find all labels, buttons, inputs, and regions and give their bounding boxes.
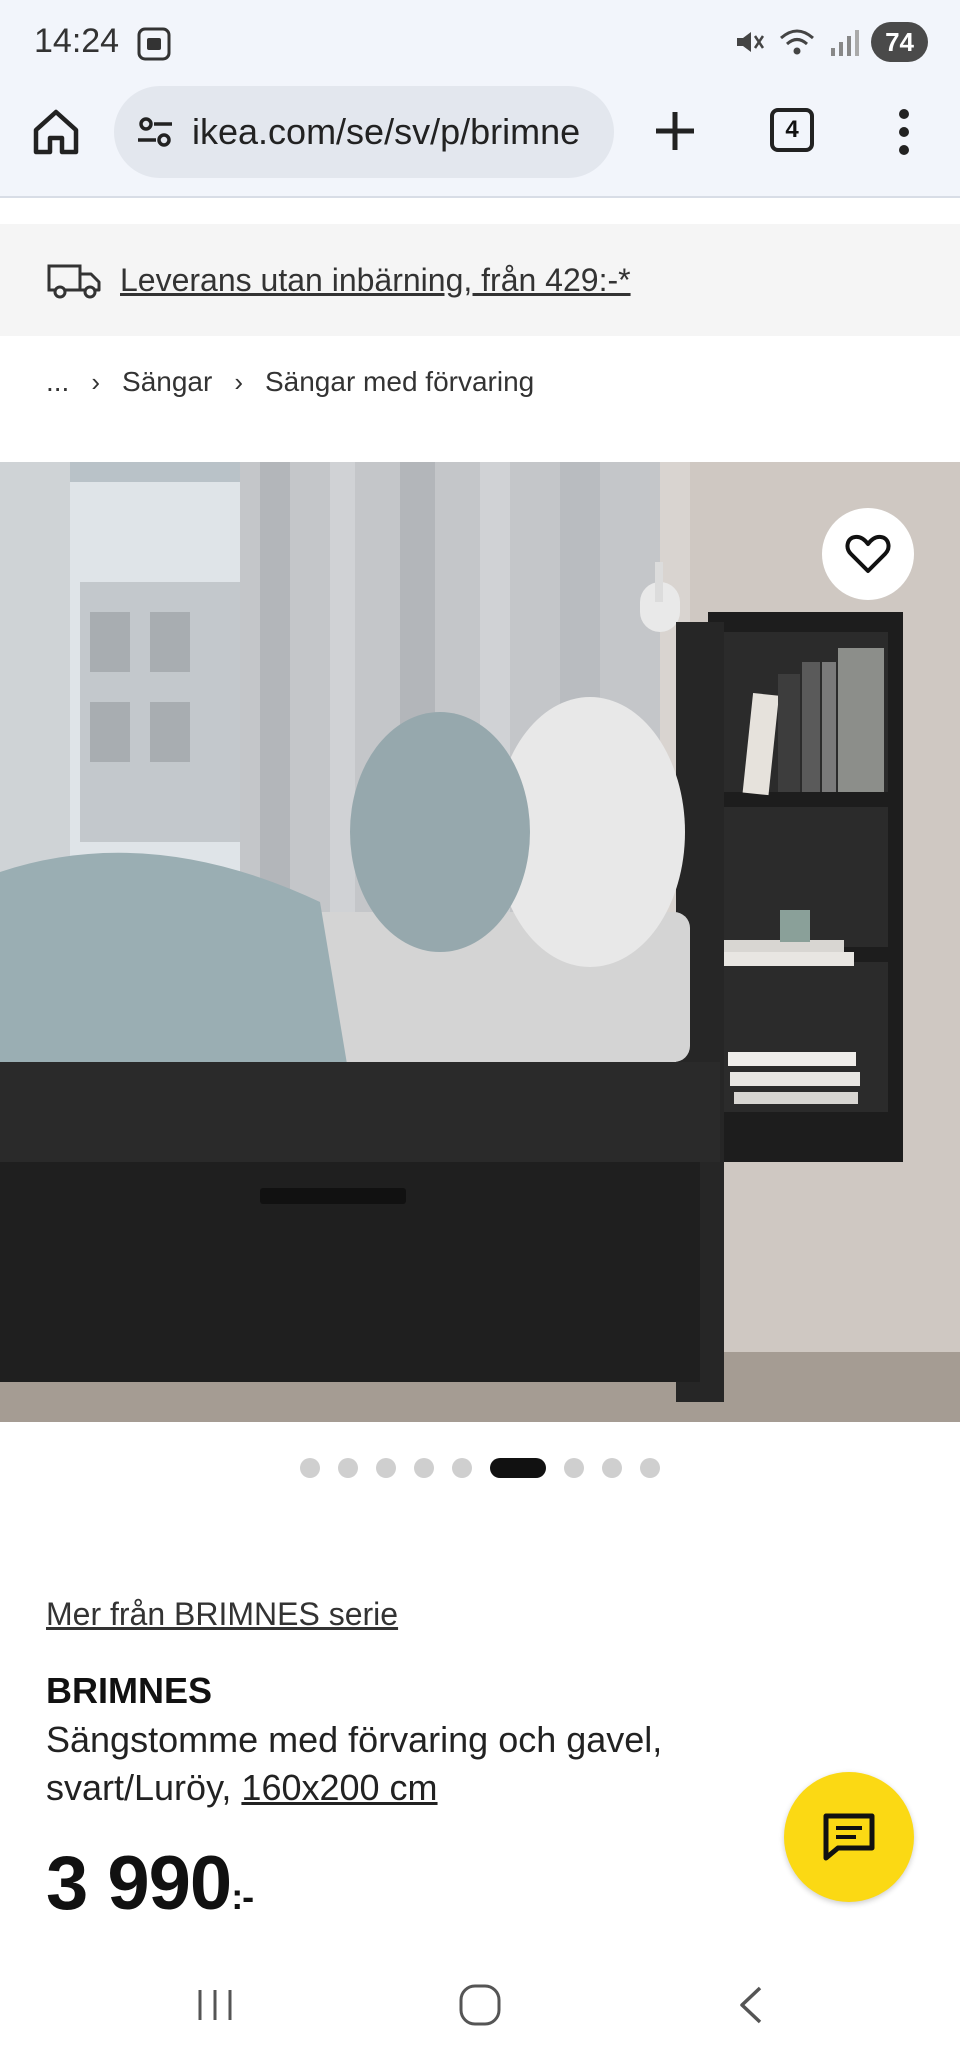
delivery-link[interactable]: Leverans utan inbärning, från 429:-* <box>120 262 631 299</box>
carousel-dot[interactable] <box>376 1458 396 1478</box>
carousel-dot[interactable] <box>300 1458 320 1478</box>
screenshot-icon <box>137 27 171 61</box>
carousel-dot[interactable] <box>452 1458 472 1478</box>
home-nav-icon[interactable] <box>455 1980 505 2030</box>
chevron-right-icon: › <box>91 366 101 397</box>
product-description: Sängstomme med förvaring och gavel, svar… <box>46 1716 766 1812</box>
chat-button[interactable] <box>784 1772 914 1902</box>
battery-indicator: 74 <box>871 22 928 62</box>
bed-photo <box>0 462 960 1422</box>
carousel-dot[interactable] <box>338 1458 358 1478</box>
carousel-dot[interactable] <box>564 1458 584 1478</box>
carousel-dot[interactable] <box>414 1458 434 1478</box>
recent-apps-icon[interactable] <box>190 1980 240 2030</box>
system-nav-bar <box>0 1950 960 2059</box>
breadcrumb: ... › Sängar › Sängar med förvaring <box>46 366 534 398</box>
product-image[interactable] <box>0 462 960 1422</box>
url-text: ikea.com/se/sv/p/brimne <box>192 111 581 152</box>
chat-icon <box>823 1813 875 1861</box>
product-name: BRIMNES <box>46 1670 213 1711</box>
size-link[interactable]: 160x200 cm <box>241 1767 437 1808</box>
plus-icon[interactable] <box>648 104 702 158</box>
signal-icon <box>831 30 860 56</box>
carousel-dot[interactable] <box>640 1458 660 1478</box>
status-time: 14:24 <box>34 22 120 60</box>
more-vert-icon[interactable] <box>884 106 924 158</box>
favorite-button[interactable] <box>822 508 914 600</box>
price-suffix: :- <box>231 1876 254 1917</box>
tab-switcher-button[interactable]: 4 <box>770 108 814 152</box>
breadcrumb-item-sangar-med-forvaring[interactable]: Sängar med förvaring <box>265 366 534 398</box>
series-link[interactable]: Mer från BRIMNES serie <box>46 1596 398 1633</box>
breadcrumb-ellipsis[interactable]: ... <box>46 366 69 398</box>
wifi-icon <box>780 29 815 55</box>
status-icons: 74 <box>733 22 928 62</box>
price-value: 3 990 <box>46 1841 232 1926</box>
carousel-dot-active[interactable] <box>490 1458 546 1478</box>
address-bar[interactable]: ikea.com/se/sv/p/brimne <box>114 86 614 178</box>
heart-icon <box>845 534 891 573</box>
tune-icon[interactable] <box>134 111 176 153</box>
carousel-indicators <box>0 1458 960 1478</box>
browser-toolbar: ikea.com/se/sv/p/brimne 4 <box>0 84 960 198</box>
back-icon[interactable] <box>726 1980 776 2030</box>
product-price: 3 990:- <box>46 1840 254 1927</box>
breadcrumb-item-sangar[interactable]: Sängar <box>122 366 212 398</box>
carousel-dot[interactable] <box>602 1458 622 1478</box>
chevron-right-icon: › <box>234 366 243 397</box>
status-bar: 14:24 74 <box>0 0 960 84</box>
delivery-banner[interactable]: Leverans utan inbärning, från 429:-* <box>0 224 960 336</box>
home-icon[interactable] <box>30 106 82 158</box>
mute-icon <box>737 32 765 52</box>
truck-icon <box>47 264 101 299</box>
